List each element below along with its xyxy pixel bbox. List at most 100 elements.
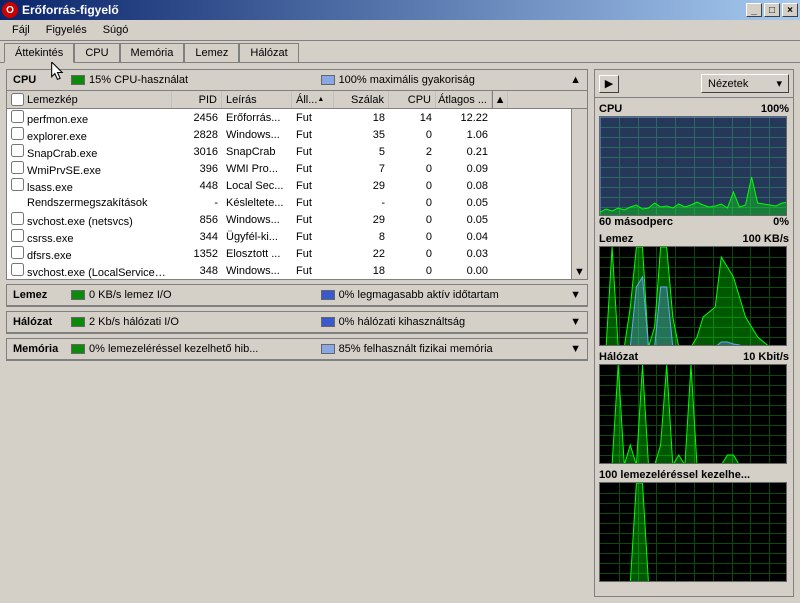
cell-threads: 8	[334, 230, 389, 244]
menu-help[interactable]: Súgó	[95, 22, 137, 38]
cell-threads: 29	[334, 213, 389, 227]
disk-active-label: 0% legmagasabb aktív időtartam	[339, 289, 499, 301]
graph-footer-right: 0%	[773, 216, 789, 228]
disk-active-color-icon	[321, 290, 335, 300]
table-row[interactable]: svchost.exe (netsvcs)856Windows...Fut290…	[7, 211, 571, 228]
cell-desc: Local Sec...	[222, 179, 292, 193]
disk-io-color-icon	[71, 290, 85, 300]
menu-file[interactable]: Fájl	[4, 22, 38, 38]
right-pane: ▶ Nézetek ▾ CPU100%60 másodperc0%Lemez10…	[594, 69, 794, 597]
col-avg[interactable]: Átlagos ...	[436, 91, 492, 108]
graph-box: Lemez100 KB/s	[599, 232, 789, 346]
table-row[interactable]: dfsrs.exe1352Elosztott ...Fut2200.03	[7, 245, 571, 262]
cell-cpu: 0	[389, 128, 436, 142]
cpu-table-body: perfmon.exe2456Erőforrás...Fut181412.22e…	[7, 109, 571, 279]
scrollbar-up-icon[interactable]: ▲	[492, 91, 508, 108]
table-row[interactable]: svchost.exe (LocalServiceNoNet...348Wind…	[7, 262, 571, 279]
cpu-usage-label: 15% CPU-használat	[89, 74, 188, 86]
minimize-button[interactable]: _	[746, 3, 762, 17]
cell-pid: 3016	[172, 145, 222, 159]
expand-icon[interactable]: ▼	[570, 289, 581, 301]
table-row[interactable]: explorer.exe2828Windows...Fut3501.06	[7, 126, 571, 143]
cpu-panel: CPU 15% CPU-használat 100% maximális gya…	[6, 69, 588, 280]
mem-fault-label: 0% lemezeléréssel kezelhető hib...	[89, 343, 258, 355]
net-io-metric: 2 Kb/s hálózati I/O	[71, 316, 313, 328]
table-row[interactable]: Rendszermegszakítások-Késleltete...Fut-0…	[7, 194, 571, 211]
menu-monitor[interactable]: Figyelés	[38, 22, 95, 38]
network-panel-title: Hálózat	[13, 316, 63, 328]
cell-image: lsass.exe	[7, 177, 172, 195]
play-button[interactable]: ▶	[599, 75, 619, 93]
cell-cpu: 0	[389, 230, 436, 244]
maximize-button[interactable]: □	[764, 3, 780, 17]
expand-icon[interactable]: ▼	[570, 343, 581, 355]
cpu-freq-color-icon	[321, 75, 335, 85]
tab-network[interactable]: Hálózat	[239, 43, 298, 62]
col-threads[interactable]: Szálak	[334, 91, 389, 108]
left-pane: CPU 15% CPU-használat 100% maximális gya…	[6, 69, 588, 597]
col-cpu[interactable]: CPU	[389, 91, 436, 108]
graph-scale: 100 KB/s	[743, 233, 789, 245]
row-checkbox[interactable]	[11, 110, 24, 123]
cell-cpu: 0	[389, 264, 436, 278]
select-all-checkbox[interactable]	[11, 93, 24, 106]
row-checkbox[interactable]	[11, 127, 24, 140]
memory-panel-title: Memória	[13, 343, 63, 355]
collapse-icon[interactable]: ▲	[570, 74, 581, 86]
net-io-color-icon	[71, 317, 85, 327]
cpu-panel-header[interactable]: CPU 15% CPU-használat 100% maximális gya…	[7, 70, 587, 91]
table-row[interactable]: perfmon.exe2456Erőforrás...Fut181412.22	[7, 109, 571, 126]
views-dropdown[interactable]: Nézetek ▾	[701, 74, 789, 93]
row-checkbox[interactable]	[11, 144, 24, 157]
table-row[interactable]: WmiPrvSE.exe396WMI Pro...Fut700.09	[7, 160, 571, 177]
cell-avg: 0.00	[436, 264, 492, 278]
cell-avg: 1.06	[436, 128, 492, 142]
cell-pid: 396	[172, 162, 222, 176]
graph-title: 100 lemezeléréssel kezelhe...	[599, 469, 750, 481]
cpu-panel-title: CPU	[13, 74, 63, 86]
tab-cpu[interactable]: CPU	[74, 43, 119, 62]
disk-panel-title: Lemez	[13, 289, 63, 301]
cell-status: Fut	[292, 230, 334, 244]
net-util-label: 0% hálózati kihasználtság	[339, 316, 466, 328]
col-desc[interactable]: Leírás	[222, 91, 292, 108]
col-status[interactable]: Áll... ▲	[292, 91, 334, 108]
network-panel-header[interactable]: Hálózat 2 Kb/s hálózati I/O 0% hálózati …	[7, 312, 587, 333]
col-image[interactable]: Lemezkép	[7, 91, 172, 108]
cell-threads: -	[334, 196, 389, 210]
table-row[interactable]: lsass.exe448Local Sec...Fut2900.08	[7, 177, 571, 194]
table-row[interactable]: SnapCrab.exe3016SnapCrabFut520.21	[7, 143, 571, 160]
cell-status: Fut	[292, 247, 334, 261]
cell-cpu: 14	[389, 111, 436, 125]
cell-status: Fut	[292, 213, 334, 227]
expand-icon[interactable]: ▼	[570, 316, 581, 328]
cell-status: Fut	[292, 264, 334, 278]
cell-threads: 18	[334, 111, 389, 125]
net-io-label: 2 Kb/s hálózati I/O	[89, 316, 179, 328]
cell-pid: 2828	[172, 128, 222, 142]
close-button[interactable]: ×	[782, 3, 798, 17]
row-checkbox[interactable]	[11, 178, 24, 191]
cell-cpu: 0	[389, 196, 436, 210]
cpu-usage-metric: 15% CPU-használat	[71, 74, 313, 86]
row-checkbox[interactable]	[11, 161, 24, 174]
vertical-scrollbar[interactable]: ▼	[571, 109, 587, 279]
tab-memory[interactable]: Memória	[120, 43, 185, 62]
row-checkbox[interactable]	[11, 263, 24, 276]
tab-overview[interactable]: Áttekintés	[4, 43, 74, 63]
cell-pid: 344	[172, 230, 222, 244]
col-pid[interactable]: PID	[172, 91, 222, 108]
disk-panel-header[interactable]: Lemez 0 KB/s lemez I/O 0% legmagasabb ak…	[7, 285, 587, 306]
mem-fault-metric: 0% lemezeléréssel kezelhető hib...	[71, 343, 313, 355]
mem-used-color-icon	[321, 344, 335, 354]
cell-cpu: 2	[389, 145, 436, 159]
memory-panel-header[interactable]: Memória 0% lemezeléréssel kezelhető hib.…	[7, 339, 587, 360]
table-row[interactable]: csrss.exe344Ügyfél-ki...Fut800.04	[7, 228, 571, 245]
cell-image: svchost.exe (LocalServiceNoNet...	[7, 262, 172, 280]
tab-disk[interactable]: Lemez	[184, 43, 239, 62]
row-checkbox[interactable]	[11, 212, 24, 225]
cell-image: svchost.exe (netsvcs)	[7, 211, 172, 229]
row-checkbox[interactable]	[11, 229, 24, 242]
row-checkbox[interactable]	[11, 246, 24, 259]
cpu-table-header: Lemezkép PID Leírás Áll... ▲ Szálak CPU …	[7, 91, 587, 109]
